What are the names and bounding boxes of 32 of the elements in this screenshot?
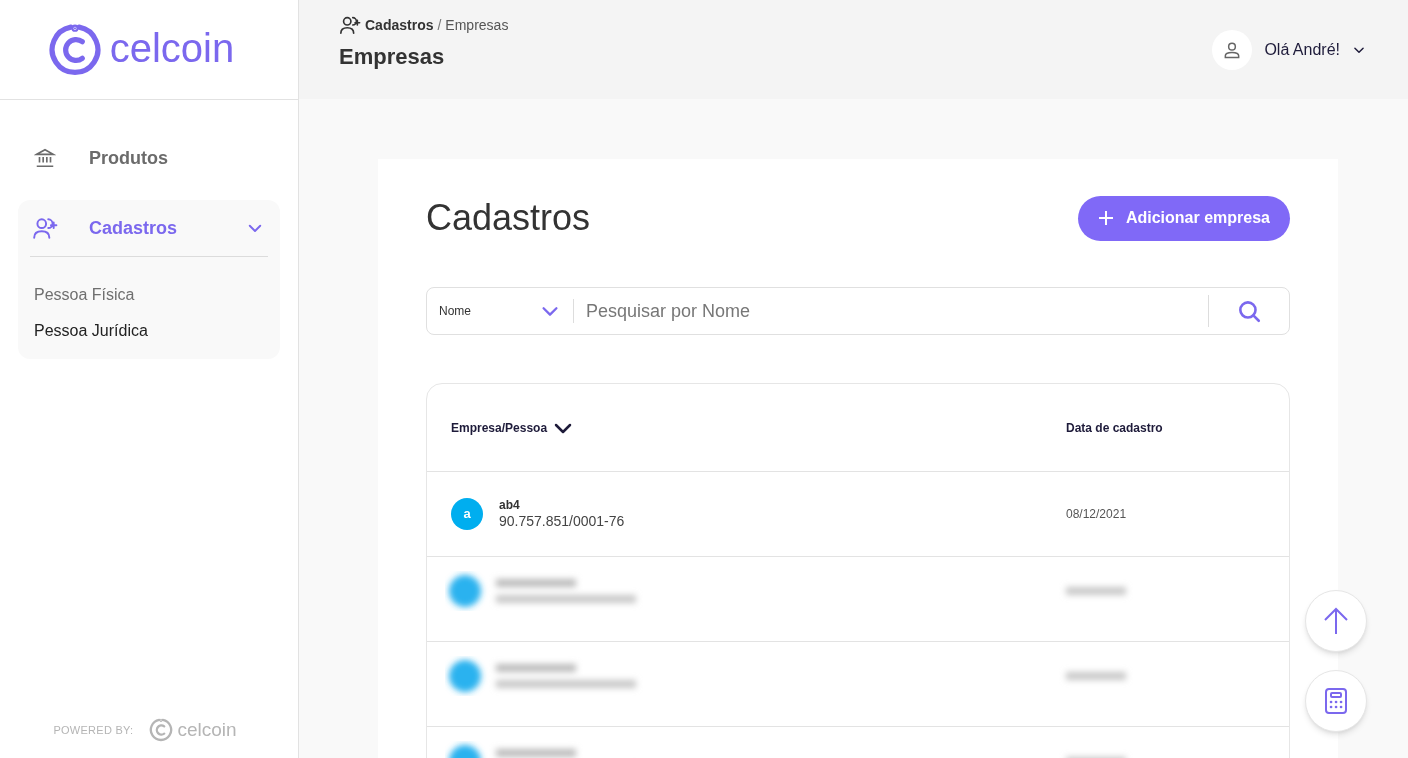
logo-text: celcoin bbox=[177, 717, 237, 742]
sidebar-item[interactable]: Cadastros bbox=[18, 200, 280, 256]
user-plus-icon bbox=[339, 14, 361, 36]
column-header: Data de cadastro bbox=[1066, 419, 1163, 437]
logo-text: celcoin bbox=[109, 27, 235, 72]
search-bar[interactable]: Nome Pesquisar por Nome bbox=[426, 287, 1290, 335]
user-plus-icon bbox=[32, 215, 58, 241]
logo-icon bbox=[149, 717, 174, 742]
section-title: Cadastros bbox=[426, 196, 591, 240]
filter-dropdown[interactable]: Nome bbox=[427, 288, 573, 334]
plus-icon bbox=[1097, 210, 1114, 226]
arrow-up-icon bbox=[1323, 607, 1349, 635]
column-header: Empresa/Pessoa bbox=[451, 419, 548, 437]
page-title: Empresas bbox=[339, 43, 446, 71]
submenu-link[interactable]: Pessoa Física bbox=[34, 283, 135, 307]
table-row[interactable]: a ab4 90.757.851/0001-76 08/12/2021 bbox=[427, 472, 1289, 557]
breadcrumb-separator: / bbox=[437, 15, 442, 35]
breadcrumb-link[interactable]: Cadastros bbox=[365, 14, 434, 36]
table-cell-text: 08/12/2021 bbox=[1066, 506, 1128, 523]
submenu-link[interactable]: Pessoa Jurídica bbox=[34, 319, 148, 343]
logo-icon bbox=[47, 22, 102, 77]
add-company-button[interactable]: Adicionar empresa bbox=[1077, 195, 1290, 241]
company-document: 90.757.851/0001-76 bbox=[499, 512, 625, 531]
calculator-icon bbox=[1325, 688, 1347, 714]
powered-by-label: POWERED BY: bbox=[53, 722, 134, 738]
bank-icon bbox=[34, 147, 56, 169]
user-menu[interactable]: Olá André! bbox=[1212, 29, 1366, 70]
breadcrumb-link[interactable]: Empresas bbox=[445, 14, 509, 36]
search-icon bbox=[1236, 298, 1262, 324]
avatar: a bbox=[451, 498, 483, 530]
sidebar-item[interactable]: Produtos bbox=[18, 130, 280, 186]
company-name: ab4 bbox=[499, 497, 521, 513]
